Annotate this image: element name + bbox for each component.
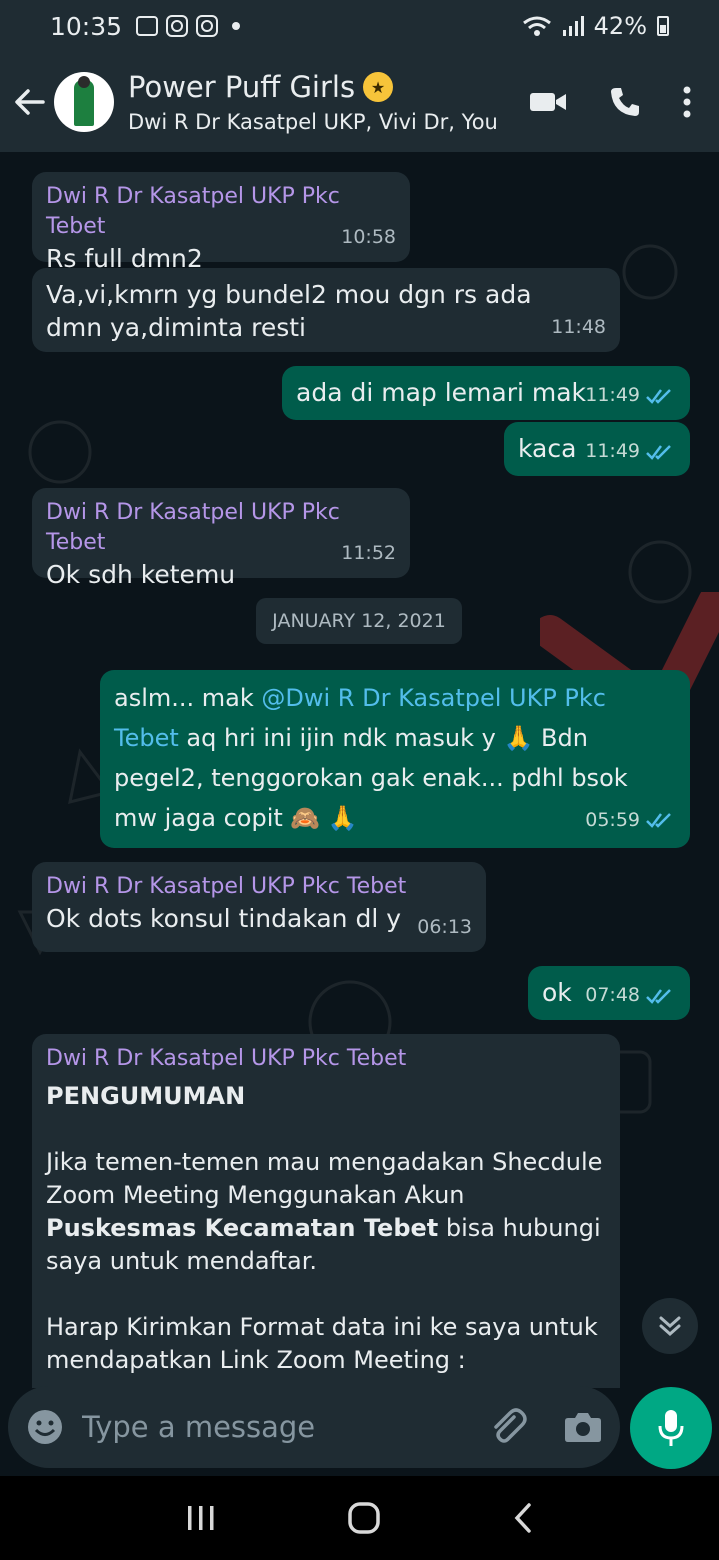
phone-icon[interactable]	[609, 86, 641, 118]
scroll-down-button[interactable]	[642, 1298, 698, 1354]
read-ticks-icon	[646, 388, 671, 404]
camera-icon[interactable]	[564, 1411, 602, 1443]
instagram-icon	[196, 15, 219, 37]
battery-percent: 42%	[593, 12, 647, 40]
system-navigation-bar	[0, 1476, 719, 1560]
announcement-paragraph: Jika temen-temen mau mengadakan Shecdule…	[46, 1148, 603, 1275]
back-button[interactable]	[6, 52, 52, 152]
read-ticks-icon	[646, 813, 671, 828]
status-bar: 10:35 42%	[0, 0, 719, 52]
more-notifications-icon	[232, 22, 241, 30]
announcement-heading: PENGUMUMAN	[46, 1082, 246, 1110]
chat-title: Power Puff Girls	[128, 70, 356, 104]
more-vert-icon[interactable]	[683, 86, 691, 118]
message-time: 11:48	[551, 316, 606, 338]
read-ticks-icon	[646, 988, 671, 1004]
home-icon[interactable]	[348, 1502, 381, 1534]
message-text: Va,vi,kmrn yg bundel2 mou dgn rs ada dmn…	[46, 280, 532, 342]
message-composer	[8, 1386, 620, 1468]
group-avatar[interactable]	[54, 72, 114, 132]
outgoing-message[interactable]: ok 07:48	[528, 966, 690, 1020]
incoming-message[interactable]: Dwi R Dr Kasatpel UKP Pkc Tebet Ok sdh k…	[32, 488, 410, 589]
notification-icons	[136, 15, 241, 37]
chat-header: Power Puff Girls ★ Dwi R Dr Kasatpel UKP…	[0, 52, 719, 152]
attach-icon[interactable]	[488, 1407, 528, 1447]
message-time: 11:52	[341, 542, 396, 564]
chat-info[interactable]: Power Puff Girls ★ Dwi R Dr Kasatpel UKP…	[128, 70, 529, 134]
emoji-icon[interactable]	[26, 1408, 64, 1446]
message-sender[interactable]: Dwi R Dr Kasatpel UKP Pkc Tebet	[46, 1044, 606, 1074]
mic-icon	[658, 1410, 684, 1446]
message-time: 11:49	[585, 384, 640, 406]
signal-icon	[562, 16, 584, 36]
chat-area[interactable]: Dwi R Dr Kasatpel UKP Pkc Tebet Rs full …	[0, 152, 719, 1388]
message-sender[interactable]: Dwi R Dr Kasatpel UKP Pkc Tebet	[46, 872, 472, 902]
announcement-paragraph: Harap Kirimkan Format data ini ke saya u…	[46, 1313, 598, 1374]
scroll-down-icon	[659, 1316, 681, 1337]
message-time: 11:49	[585, 440, 640, 462]
date-divider: JANUARY 12, 2021	[256, 598, 462, 644]
back-arrow-icon	[15, 89, 45, 115]
battery-icon	[657, 16, 669, 36]
incoming-message[interactable]: Dwi R Dr Kasatpel UKP Pkc Tebet Ok dots …	[32, 862, 486, 952]
star-struck-emoji-icon: ★	[363, 72, 394, 102]
chat-participants: Dwi R Dr Kasatpel UKP, Vivi Dr, You	[128, 110, 498, 134]
gallery-icon	[136, 16, 159, 36]
outgoing-message[interactable]: aslm... mak @Dwi R Dr Kasatpel UKP Pkc T…	[100, 670, 690, 848]
voice-message-button[interactable]	[630, 1387, 712, 1469]
nav-back-icon[interactable]	[513, 1503, 533, 1533]
message-input[interactable]	[82, 1410, 488, 1444]
incoming-message[interactable]: Dwi R Dr Kasatpel UKP Pkc Tebet PENGUMUM…	[32, 1034, 620, 1388]
incoming-message[interactable]: Va,vi,kmrn yg bundel2 mou dgn rs ada dmn…	[32, 268, 620, 352]
message-time: 10:58	[341, 226, 396, 248]
message-time: 06:13	[417, 916, 472, 938]
incoming-message[interactable]: Dwi R Dr Kasatpel UKP Pkc Tebet Rs full …	[32, 172, 410, 273]
outgoing-message[interactable]: ada di map lemari mak 11:49	[282, 366, 690, 420]
status-time: 10:35	[50, 11, 123, 41]
message-time: 07:48	[585, 984, 640, 1006]
message-text: Ok dots konsul tindakan dl y	[46, 904, 402, 933]
video-call-icon[interactable]	[529, 90, 567, 114]
wifi-icon	[522, 16, 551, 36]
instagram-icon	[166, 15, 189, 37]
message-time: 05:59	[585, 809, 640, 831]
outgoing-message[interactable]: kaca 11:49	[504, 422, 690, 476]
recent-apps-icon[interactable]	[186, 1504, 216, 1532]
read-ticks-icon	[646, 444, 671, 460]
